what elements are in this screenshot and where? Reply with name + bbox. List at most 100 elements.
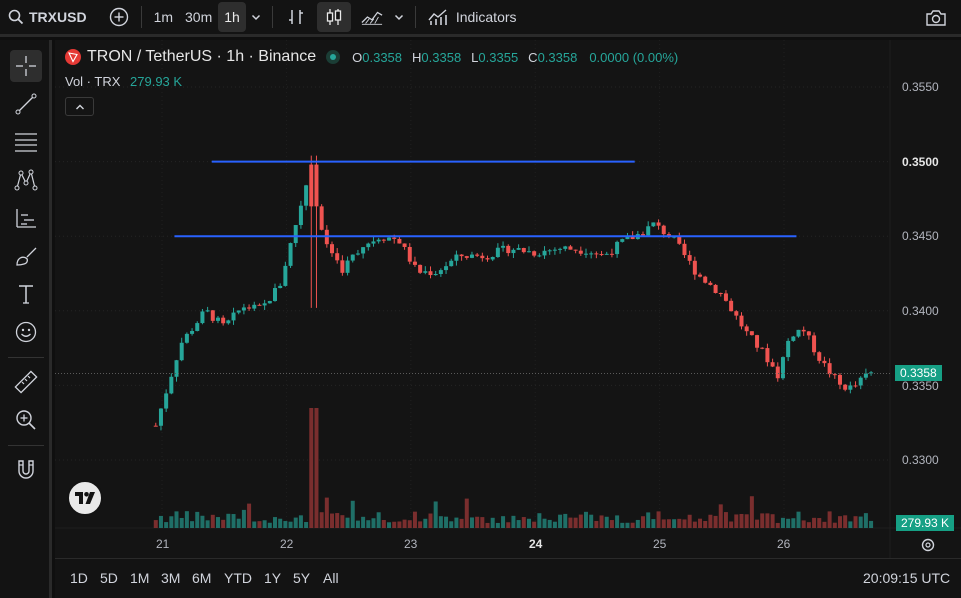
- interval-1m[interactable]: 1m: [148, 2, 179, 32]
- range-1d[interactable]: 1D: [70, 570, 88, 586]
- candle-body: [661, 225, 666, 235]
- candle-body: [319, 206, 324, 230]
- range-ytd[interactable]: YTD: [224, 570, 252, 586]
- candle-body: [739, 315, 744, 327]
- volume-bar: [366, 520, 371, 528]
- volume-bar: [516, 520, 521, 528]
- volume-bar: [848, 521, 853, 528]
- candle-body: [843, 384, 848, 390]
- range-1m[interactable]: 1M: [130, 570, 149, 586]
- volume-bar: [698, 518, 703, 528]
- chart-settings-button[interactable]: [919, 536, 937, 554]
- candle-body: [262, 303, 267, 306]
- high-label: H: [412, 49, 422, 65]
- symbol-search[interactable]: TRXUSD: [0, 2, 93, 32]
- indicators-button[interactable]: Indicators: [422, 2, 523, 32]
- volume-bar: [469, 517, 474, 528]
- interval-30m[interactable]: 30m: [179, 2, 218, 32]
- range-6m[interactable]: 6M: [192, 570, 211, 586]
- forecasting-tool[interactable]: [10, 202, 42, 234]
- volume-bar: [599, 515, 604, 528]
- current-volume-tag: 279.93 K: [896, 515, 955, 531]
- candle-body: [646, 226, 651, 236]
- volume-bar: [205, 520, 210, 528]
- gear-icon: [921, 538, 935, 552]
- candles-style-button[interactable]: [316, 2, 351, 32]
- volume-bar: [718, 504, 723, 528]
- interval-dropdown[interactable]: [246, 2, 266, 32]
- candle-body: [770, 362, 775, 367]
- candle-body: [236, 310, 241, 313]
- candle-body: [812, 335, 817, 353]
- volume-bar: [309, 408, 314, 528]
- volume-bar: [708, 514, 713, 528]
- candle-body: [734, 311, 739, 316]
- volume-bar: [646, 512, 651, 528]
- range-1y[interactable]: 1Y: [264, 570, 281, 586]
- zoom-tool[interactable]: [10, 404, 42, 436]
- horizontal-lines[interactable]: [174, 160, 797, 238]
- tradingview-logo[interactable]: [67, 480, 103, 516]
- volume-bar: [739, 513, 744, 528]
- brush-tool[interactable]: [10, 240, 42, 272]
- drawing-toolbar: [0, 40, 52, 598]
- trend-line-tool[interactable]: [10, 88, 42, 120]
- volume-bar: [625, 522, 630, 528]
- price-chart[interactable]: [55, 40, 961, 558]
- range-5y[interactable]: 5Y: [293, 570, 310, 586]
- volume-bar: [765, 513, 770, 528]
- candle-body: [822, 360, 827, 364]
- toolbar-divider: [8, 445, 44, 446]
- volume-bar: [526, 518, 531, 528]
- range-5d[interactable]: 5D: [100, 570, 118, 586]
- screenshot-button[interactable]: [919, 3, 953, 33]
- chart-style-dropdown[interactable]: [389, 2, 409, 32]
- candle-body: [853, 385, 858, 387]
- measure-tool[interactable]: [10, 366, 42, 398]
- pattern-tool[interactable]: [10, 164, 42, 196]
- volume-bar: [200, 515, 205, 528]
- candle-body: [438, 270, 443, 275]
- volume-bar: [288, 521, 293, 528]
- candle-body: [537, 255, 542, 257]
- compare-symbol-button[interactable]: [103, 2, 135, 32]
- candle-body: [402, 243, 407, 247]
- candle-body: [164, 393, 169, 409]
- volume-bar: [153, 520, 158, 528]
- volume-bar: [641, 516, 646, 528]
- interval-1h[interactable]: 1h: [218, 2, 246, 32]
- volume-bar: [687, 514, 692, 528]
- crosshair-tool[interactable]: [10, 50, 42, 82]
- candle-body: [288, 243, 293, 266]
- candle-body: [682, 243, 687, 256]
- volume-bars: [153, 408, 874, 528]
- candle-body: [428, 271, 433, 276]
- candle-body: [547, 250, 552, 252]
- text-tool[interactable]: [10, 278, 42, 310]
- volume-bar: [537, 513, 542, 528]
- candle-body: [335, 253, 340, 261]
- bottom-toolbar: 1D 5D 1M 3M 6M YTD 1Y 5Y All 20:09:15 UT…: [55, 558, 961, 598]
- ohlc-high: H0.3358: [412, 50, 461, 65]
- open-value: 0.3358: [362, 49, 403, 65]
- area-style-button[interactable]: [355, 2, 389, 32]
- utc-clock[interactable]: 20:09:15 UTC: [863, 570, 950, 586]
- volume-bar: [304, 522, 309, 528]
- chart-pane[interactable]: TRON / TetherUS · 1h · Binance O0.3358 H…: [55, 40, 961, 558]
- candle-body: [516, 248, 521, 250]
- candle-body: [309, 164, 314, 207]
- volume-bar: [682, 519, 687, 528]
- volume-bar: [272, 517, 277, 528]
- bars-style-button[interactable]: [279, 2, 313, 32]
- volume-bar: [832, 522, 837, 528]
- emoji-tool[interactable]: [10, 316, 42, 348]
- candle-body: [698, 274, 703, 277]
- collapse-legend-button[interactable]: [65, 97, 94, 116]
- volume-bar: [511, 515, 516, 528]
- candle-body: [755, 335, 760, 348]
- range-3m[interactable]: 3M: [161, 570, 180, 586]
- volume-bar: [423, 518, 428, 528]
- fib-retracement-tool[interactable]: [10, 126, 42, 158]
- magnet-tool[interactable]: [10, 454, 42, 486]
- range-all[interactable]: All: [323, 570, 339, 586]
